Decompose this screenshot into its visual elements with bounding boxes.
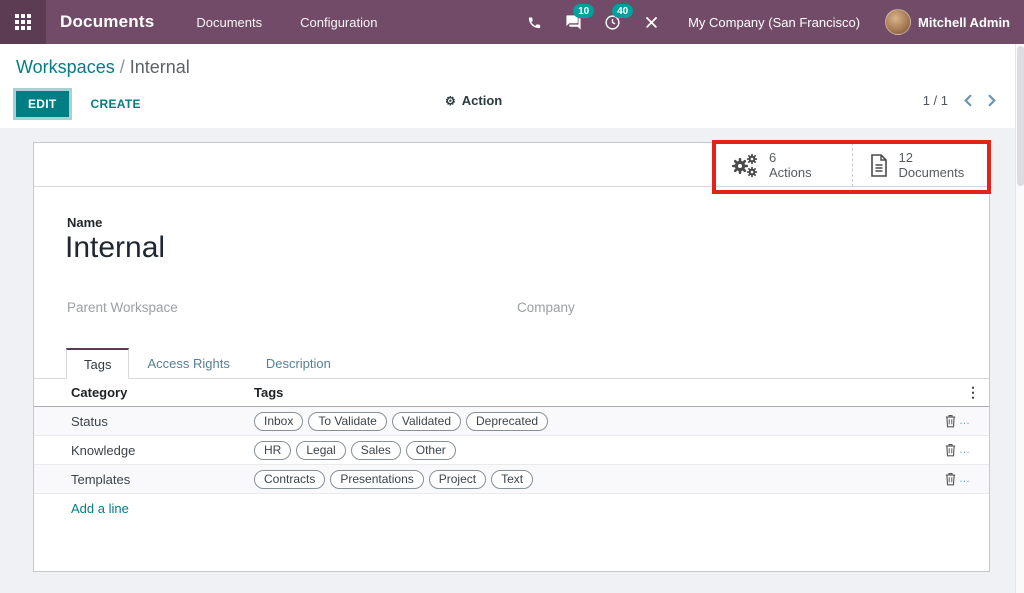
action-menu[interactable]: ⚙ Action xyxy=(445,93,502,108)
row-delete-button[interactable]: … xyxy=(944,472,989,486)
tag-pill: Project xyxy=(429,470,486,489)
menu-documents[interactable]: Documents xyxy=(196,15,262,30)
row-tags: HR Legal Sales Other xyxy=(254,441,944,460)
row-category: Status xyxy=(71,414,254,429)
workspace-name[interactable]: Internal xyxy=(65,231,165,265)
crossed-tools-icon[interactable] xyxy=(639,10,663,34)
row-tags: Inbox To Validate Validated Deprecated xyxy=(254,412,944,431)
apps-menu-button[interactable] xyxy=(0,0,46,44)
row-category: Templates xyxy=(71,472,254,487)
tag-pill: To Validate xyxy=(308,412,386,431)
edit-button[interactable]: EDIT xyxy=(16,91,69,117)
control-panel: Workspaces / Internal EDIT CREATE ⚙ Acti… xyxy=(0,44,1024,128)
documents-stat-button[interactable]: 12 Documents xyxy=(852,143,990,187)
activities-badge: 40 xyxy=(612,4,633,18)
form-sheet: 6 Actions 12 Documents Name Internal Par… xyxy=(33,142,990,572)
gear-icon: ⚙ xyxy=(445,95,456,107)
company-field-label[interactable]: Company xyxy=(517,300,575,315)
actions-stat-label: Actions xyxy=(769,165,812,180)
tag-pill: HR xyxy=(254,441,291,460)
row-category: Knowledge xyxy=(71,443,254,458)
tab-tags[interactable]: Tags xyxy=(66,348,129,379)
table-row[interactable]: Knowledge HR Legal Sales Other … xyxy=(34,436,989,465)
parent-workspace-label[interactable]: Parent Workspace xyxy=(67,300,178,315)
user-menu[interactable]: Mitchell Admin xyxy=(885,9,1010,35)
trash-icon xyxy=(944,414,957,428)
breadcrumb-workspaces[interactable]: Workspaces xyxy=(16,57,115,77)
chevron-left-icon[interactable] xyxy=(962,94,973,107)
messages-badge: 10 xyxy=(573,4,594,18)
avatar xyxy=(885,9,911,35)
tag-pill: Other xyxy=(406,441,456,460)
delete-dots: … xyxy=(959,417,971,425)
menu-configuration[interactable]: Configuration xyxy=(300,15,377,30)
row-delete-button[interactable]: … xyxy=(944,414,989,428)
tab-access-rights[interactable]: Access Rights xyxy=(129,348,247,379)
name-field-label: Name xyxy=(67,215,102,230)
chevron-right-icon[interactable] xyxy=(987,94,998,107)
tag-pill: Text xyxy=(491,470,533,489)
column-category[interactable]: Category xyxy=(71,385,254,400)
breadcrumb-current: Internal xyxy=(130,57,190,77)
tag-pill: Deprecated xyxy=(466,412,548,431)
stat-buttons: 6 Actions 12 Documents xyxy=(715,143,989,187)
kebab-icon[interactable]: ⋮ xyxy=(966,384,989,401)
trash-icon xyxy=(944,443,957,457)
add-a-line-link[interactable]: Add a line xyxy=(71,501,129,516)
user-name: Mitchell Admin xyxy=(918,15,1010,30)
top-navbar: Documents Documents Configuration 10 40 … xyxy=(0,0,1024,44)
top-menu: Documents Configuration xyxy=(196,15,377,30)
scrollbar-thumb[interactable] xyxy=(1017,46,1024,186)
table-header: Category Tags ⋮ xyxy=(34,379,989,407)
tag-pill: Contracts xyxy=(254,470,325,489)
activities-icon[interactable]: 40 xyxy=(600,10,624,34)
messages-icon[interactable]: 10 xyxy=(561,10,585,34)
table-row[interactable]: Templates Contracts Presentations Project T… xyxy=(34,465,989,494)
notebook-tabs: TagsAccess RightsDescription xyxy=(34,348,989,379)
pager-value: 1 / 1 xyxy=(923,93,948,108)
app-title[interactable]: Documents xyxy=(60,12,154,32)
table-body: Status Inbox To Validate Validated Deprecat… xyxy=(34,407,989,494)
tag-pill: Presentations xyxy=(330,470,423,489)
company-switcher[interactable]: My Company (San Francisco) xyxy=(688,15,860,30)
document-icon xyxy=(869,153,889,178)
documents-stat-value: 12 xyxy=(899,150,965,165)
systray: 10 40 My Company (San Francisco) Mitchel… xyxy=(522,9,1024,35)
tag-pill: Legal xyxy=(296,441,345,460)
breadcrumb-separator: / xyxy=(115,57,130,77)
button-box: 6 Actions 12 Documents xyxy=(34,143,989,187)
documents-stat-label: Documents xyxy=(899,165,965,180)
actions-stat-button[interactable]: 6 Actions xyxy=(715,143,852,187)
phone-icon[interactable] xyxy=(522,10,546,34)
delete-dots: … xyxy=(959,446,971,454)
row-delete-button[interactable]: … xyxy=(944,443,989,457)
tag-pill: Inbox xyxy=(254,412,303,431)
trash-icon xyxy=(944,472,957,486)
vertical-scrollbar[interactable] xyxy=(1015,44,1024,593)
tag-pill: Sales xyxy=(351,441,401,460)
actions-stat-value: 6 xyxy=(769,150,812,165)
row-tags: Contracts Presentations Project Text xyxy=(254,470,944,489)
breadcrumb: Workspaces / Internal xyxy=(16,57,1024,78)
grid-icon xyxy=(15,14,31,30)
action-label: Action xyxy=(462,93,502,108)
table-row[interactable]: Status Inbox To Validate Validated Deprecat… xyxy=(34,407,989,436)
gears-icon xyxy=(731,153,759,178)
column-tags[interactable]: Tags xyxy=(254,385,966,400)
delete-dots: … xyxy=(959,475,971,483)
create-button[interactable]: CREATE xyxy=(91,97,141,111)
tag-pill: Validated xyxy=(392,412,461,431)
tab-description[interactable]: Description xyxy=(248,348,349,379)
pager: 1 / 1 xyxy=(923,93,998,108)
